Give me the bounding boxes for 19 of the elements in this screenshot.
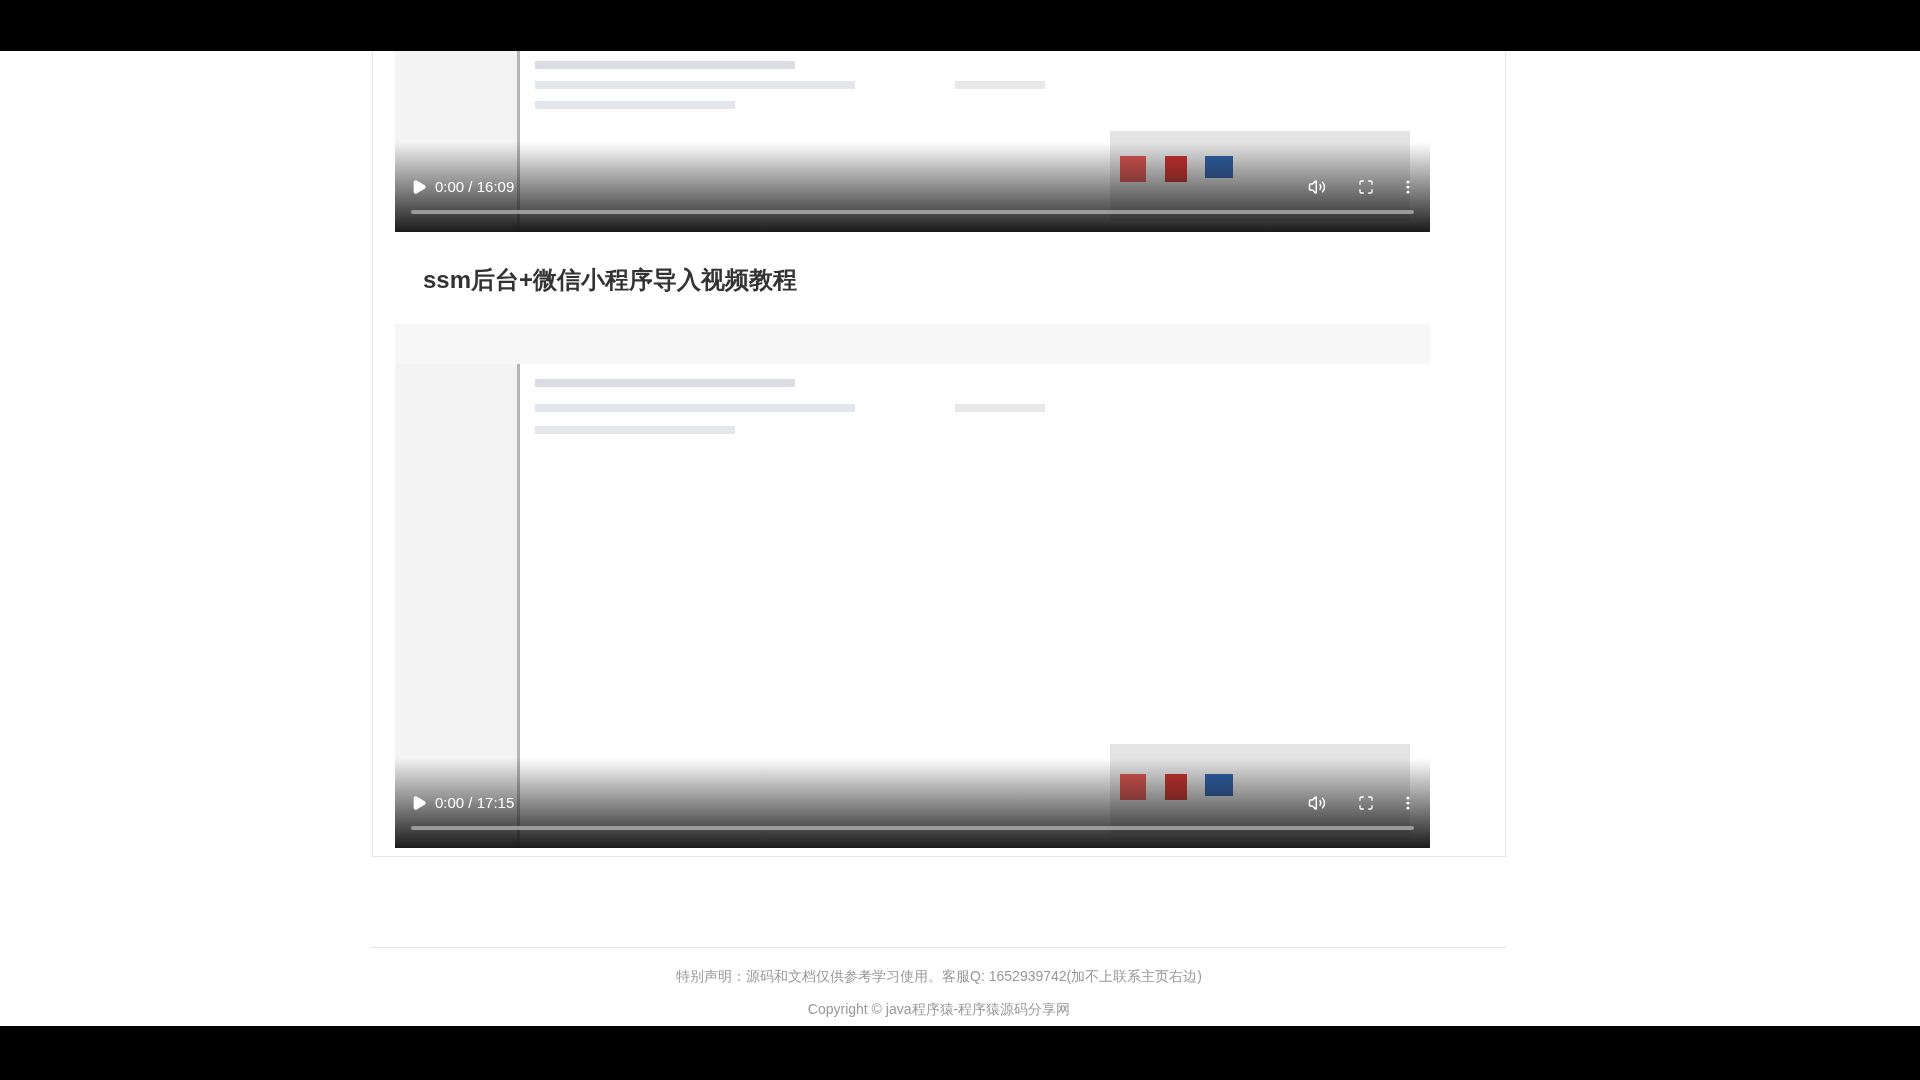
play-button[interactable] [411, 795, 427, 811]
copyright-text: Copyright © java程序猿-程序猿源码分享网 [807, 1000, 1071, 1019]
volume-button[interactable] [1308, 794, 1326, 812]
more-button[interactable] [1406, 796, 1410, 810]
play-button[interactable] [411, 179, 427, 195]
volume-button[interactable] [1308, 178, 1326, 196]
progress-track[interactable] [411, 210, 1414, 214]
section-title: ssm后台+微信小程序导入视频教程 [423, 265, 799, 295]
video-player[interactable]: 0:00 / 17:15 [395, 324, 1430, 848]
footer-notice: 特别声明：源码和文档仅供参考学习使用。客服Q: 1652939742(加不上联系主页右边) [676, 967, 1202, 986]
more-icon [1406, 796, 1410, 810]
video-player[interactable]: 0:00 / 16:09 [395, 51, 1430, 232]
video-time: 0:00 / 16:09 [435, 176, 515, 197]
more-button[interactable] [1406, 180, 1410, 194]
more-icon [1406, 180, 1410, 194]
progress-track[interactable] [411, 826, 1414, 830]
fullscreen-button[interactable] [1358, 795, 1374, 811]
fullscreen-button[interactable] [1358, 179, 1374, 195]
video-time: 0:00 / 17:15 [435, 792, 515, 813]
